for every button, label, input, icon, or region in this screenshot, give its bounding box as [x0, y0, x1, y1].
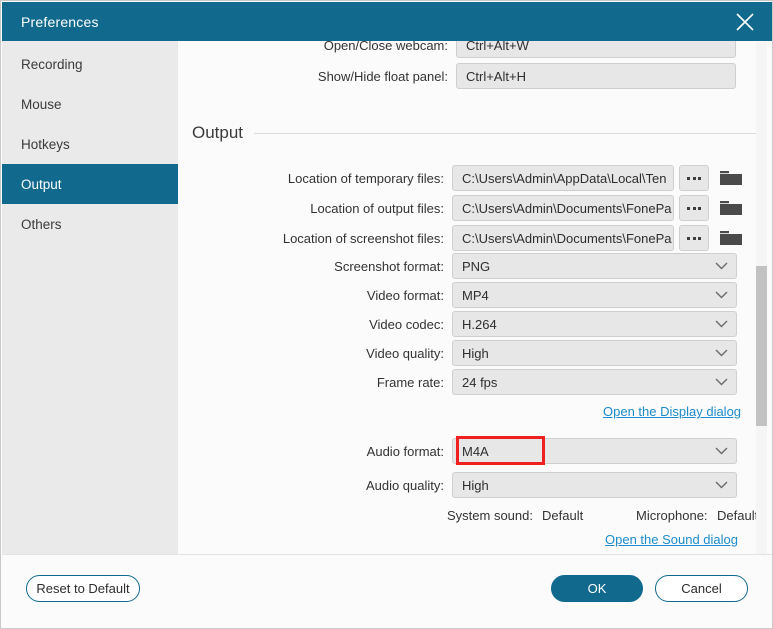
chevron-down-icon [715, 481, 728, 489]
sidebar-item-hotkeys[interactable]: Hotkeys [2, 124, 178, 164]
chevron-down-icon [715, 349, 728, 357]
setting-row-screenshot-files: Location of screenshot files: C:\Users\A… [178, 225, 744, 251]
setting-row-video-codec: Video codec: H.264 [178, 311, 737, 337]
sidebar-item-recording[interactable]: Recording [2, 44, 178, 84]
dialog-footer: Reset to Default OK Cancel [2, 554, 772, 627]
chevron-down-icon [715, 320, 728, 328]
label-screenshot-format: Screenshot format: [334, 258, 444, 274]
window-title-bar: Preferences [2, 2, 772, 41]
browse-screenshot-files-button[interactable] [679, 225, 709, 251]
label-location-screenshot-files: Location of screenshot files: [282, 230, 444, 246]
sidebar-item-mouse[interactable]: Mouse [2, 84, 178, 124]
ok-button[interactable]: OK [551, 575, 643, 602]
field-location-temporary-files[interactable]: C:\Users\Admin\AppData\Local\Ten [452, 165, 674, 191]
label-video-quality: Video quality: [366, 345, 444, 361]
folder-icon-screenshot-files[interactable] [718, 225, 744, 251]
sidebar-item-others[interactable]: Others [2, 204, 178, 244]
section-header-output: Output [192, 123, 758, 143]
label-microphone: Microphone: [636, 508, 708, 523]
reset-to-default-button[interactable]: Reset to Default [26, 575, 140, 602]
folder-icon-temporary-files[interactable] [718, 165, 744, 191]
field-location-output-files[interactable]: C:\Users\Admin\Documents\FonePa [452, 195, 674, 221]
sidebar-item-hotkeys-label: Hotkeys [21, 136, 70, 152]
label-location-temporary-files: Location of temporary files: [287, 170, 444, 186]
select-video-format[interactable]: MP4 [452, 282, 737, 308]
value-microphone: Default [717, 508, 759, 523]
select-video-codec-value: H.264 [462, 316, 497, 332]
setting-row-temporary-files: Location of temporary files: C:\Users\Ad… [178, 165, 744, 191]
field-location-screenshot-files[interactable]: C:\Users\Admin\Documents\FonePa [452, 225, 674, 251]
select-audio-format-value: M4A [462, 443, 489, 459]
label-audio-format: Audio format: [366, 443, 444, 459]
setting-row-screenshot-format: Screenshot format: PNG [178, 253, 737, 279]
select-audio-format[interactable]: M4A [452, 438, 737, 464]
select-video-format-value: MP4 [462, 287, 489, 303]
label-system-sound: System sound: [447, 508, 533, 523]
chevron-down-icon [715, 262, 728, 270]
window-title: Preferences [21, 13, 99, 30]
select-frame-rate-value: 24 fps [462, 374, 498, 390]
field-show-hide-float-panel[interactable]: Ctrl+Alt+H [456, 63, 736, 89]
folder-icon-output-files[interactable] [718, 195, 744, 221]
setting-row-video-format: Video format: MP4 [178, 282, 737, 308]
setting-row-audio-quality: Audio quality: High [178, 472, 737, 498]
sidebar-item-recording-label: Recording [21, 56, 83, 72]
select-screenshot-format[interactable]: PNG [452, 253, 737, 279]
close-icon[interactable] [717, 2, 772, 41]
sidebar-item-mouse-label: Mouse [21, 96, 62, 112]
browse-temporary-files-button[interactable] [679, 165, 709, 191]
setting-row-audio-format: Audio format: M4A [178, 438, 737, 464]
select-video-codec[interactable]: H.264 [452, 311, 737, 337]
label-frame-rate: Frame rate: [376, 374, 444, 390]
select-video-quality-value: High [462, 345, 489, 361]
select-audio-quality[interactable]: High [452, 472, 737, 498]
select-screenshot-format-value: PNG [462, 258, 491, 274]
preferences-sidebar: Recording Mouse Hotkeys Output Others [2, 41, 178, 556]
select-video-quality[interactable]: High [452, 340, 737, 366]
sidebar-item-output-label: Output [21, 176, 62, 192]
open-display-dialog-link[interactable]: Open the Display dialog [603, 404, 741, 419]
content-scrollbar-thumb[interactable] [756, 266, 767, 426]
open-sound-dialog-link[interactable]: Open the Sound dialog [605, 532, 738, 547]
setting-row-video-quality: Video quality: High [178, 340, 737, 366]
label-video-format: Video format: [366, 287, 444, 303]
cancel-button[interactable]: Cancel [655, 575, 748, 602]
output-settings-panel: Open/Close webcam: Ctrl+Alt+W Show/Hide … [178, 31, 772, 556]
chevron-down-icon [715, 378, 728, 386]
label-video-codec: Video codec: [369, 316, 444, 332]
sidebar-item-others-label: Others [21, 216, 62, 232]
setting-row-output-files: Location of output files: C:\Users\Admin… [178, 195, 744, 221]
chevron-down-icon [715, 447, 728, 455]
label-audio-quality: Audio quality: [365, 477, 444, 493]
preferences-dialog: Open/Close webcam: Ctrl+Alt+W Show/Hide … [0, 0, 773, 629]
select-frame-rate[interactable]: 24 fps [452, 369, 737, 395]
select-audio-quality-value: High [462, 477, 489, 493]
label-location-output-files: Location of output files: [310, 200, 444, 216]
section-title-output: Output [192, 123, 244, 142]
content-scrollbar-track[interactable] [756, 42, 767, 555]
sidebar-item-output[interactable]: Output [2, 164, 178, 204]
label-show-hide-float-panel: Show/Hide float panel: [317, 68, 448, 84]
section-divider [254, 132, 758, 134]
value-system-sound: Default [542, 508, 584, 523]
browse-output-files-button[interactable] [679, 195, 709, 221]
chevron-down-icon [715, 291, 728, 299]
setting-row-show-hide-float-panel: Show/Hide float panel: Ctrl+Alt+H [178, 63, 738, 89]
setting-row-frame-rate: Frame rate: 24 fps [178, 369, 737, 395]
